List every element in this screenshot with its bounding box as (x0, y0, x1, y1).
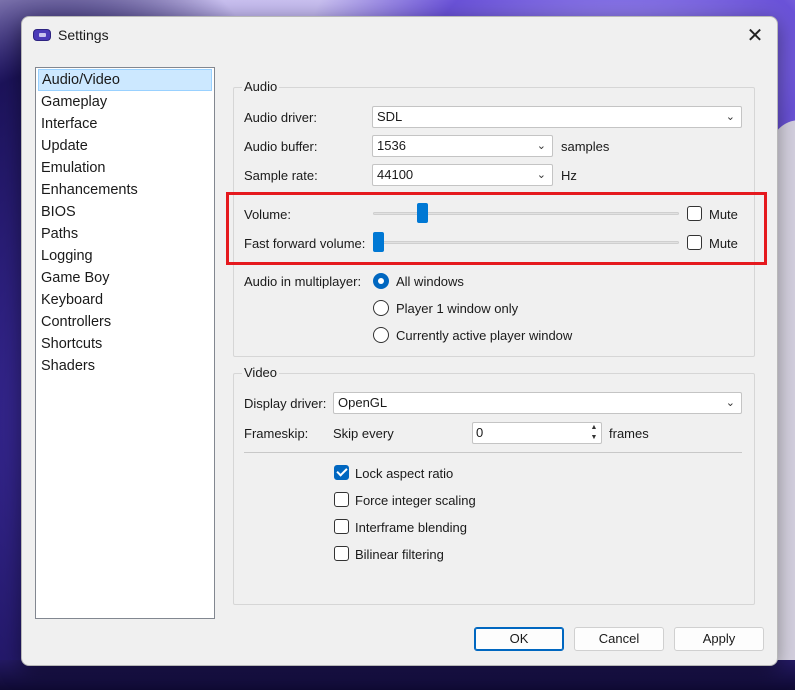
chevron-down-icon: ⌄ (725, 397, 735, 409)
window-title: Settings (58, 27, 109, 43)
radio-active-player-window-label[interactable]: Currently active player window (396, 328, 572, 343)
radio-player-1-window[interactable] (373, 300, 389, 316)
interframe-blending-checkbox[interactable] (334, 519, 349, 534)
volume-label: Volume: (244, 207, 291, 222)
radio-player-1-window-label[interactable]: Player 1 window only (396, 301, 518, 316)
title-bar[interactable]: Settings ✕ (22, 17, 777, 55)
lock-aspect-ratio-checkbox[interactable] (334, 465, 349, 480)
skip-every-label: Skip every (333, 426, 394, 441)
display-driver-select[interactable]: OpenGL ⌄ (333, 392, 742, 414)
interframe-blending-label[interactable]: Interframe blending (355, 520, 467, 535)
app-icon (33, 29, 51, 41)
sidebar-item-shortcuts[interactable]: Shortcuts (38, 333, 212, 355)
volume-mute-checkbox[interactable] (687, 206, 702, 221)
lock-aspect-ratio-label[interactable]: Lock aspect ratio (355, 466, 453, 481)
close-icon[interactable]: ✕ (739, 21, 771, 51)
sample-rate-value: 44100 (377, 167, 414, 182)
radio-active-player-window[interactable] (373, 327, 389, 343)
multiplayer-label: Audio in multiplayer: (244, 274, 362, 289)
sidebar-item-enhancements[interactable]: Enhancements (38, 179, 212, 201)
ok-button[interactable]: OK (474, 627, 564, 651)
frames-unit: frames (609, 426, 649, 441)
chevron-down-icon: ⌄ (725, 111, 735, 123)
force-integer-scaling-checkbox[interactable] (334, 492, 349, 507)
bilinear-filtering-label[interactable]: Bilinear filtering (355, 547, 444, 562)
frameskip-label: Frameskip: (244, 426, 309, 441)
ff-volume-label: Fast forward volume: (244, 236, 366, 251)
chevron-down-icon: ⌄ (536, 140, 546, 152)
sidebar-item-controllers[interactable]: Controllers (38, 311, 212, 333)
audio-driver-value: SDL (377, 109, 403, 124)
sidebar-item-bios[interactable]: BIOS (38, 201, 212, 223)
sample-rate-unit: Hz (561, 168, 577, 183)
sidebar-item-emulation[interactable]: Emulation (38, 157, 212, 179)
frameskip-spinbox[interactable]: 0 ▲ ▼ (472, 422, 602, 444)
sidebar-item-game-boy[interactable]: Game Boy (38, 267, 212, 289)
sidebar-item-interface[interactable]: Interface (38, 113, 212, 135)
bilinear-filtering-checkbox[interactable] (334, 546, 349, 561)
sidebar-item-update[interactable]: Update (38, 135, 212, 157)
sample-rate-label: Sample rate: (244, 168, 318, 183)
radio-all-windows-label[interactable]: All windows (396, 274, 464, 289)
audio-buffer-label: Audio buffer: (244, 139, 318, 154)
sidebar-item-audio-video[interactable]: Audio/Video (38, 69, 212, 91)
sample-rate-select[interactable]: 44100 ⌄ (372, 164, 553, 186)
audio-group-title: Audio (242, 79, 280, 94)
ff-volume-slider-thumb[interactable] (373, 232, 384, 252)
volume-slider[interactable] (373, 203, 679, 223)
ff-mute-checkbox[interactable] (687, 235, 702, 250)
sidebar-item-shaders[interactable]: Shaders (38, 355, 212, 377)
audio-buffer-value: 1536 (377, 138, 406, 153)
sidebar-item-gameplay[interactable]: Gameplay (38, 91, 212, 113)
video-group-title: Video (242, 365, 280, 380)
chevron-down-icon: ⌄ (536, 169, 546, 181)
spin-up-icon[interactable]: ▲ (587, 423, 601, 433)
display-driver-label: Display driver: (244, 396, 327, 411)
audio-buffer-select[interactable]: 1536 ⌄ (372, 135, 553, 157)
sidebar-item-logging[interactable]: Logging (38, 245, 212, 267)
audio-driver-label: Audio driver: (244, 110, 317, 125)
volume-slider-thumb[interactable] (417, 203, 428, 223)
spin-down-icon[interactable]: ▼ (587, 433, 601, 443)
frameskip-value: 0 (476, 425, 484, 440)
audio-buffer-unit: samples (561, 139, 610, 154)
apply-button[interactable]: Apply (674, 627, 764, 651)
ff-volume-slider-track (373, 241, 679, 244)
settings-dialog: Settings ✕ Audio/Video Gameplay Interfac… (21, 16, 778, 666)
force-integer-scaling-label[interactable]: Force integer scaling (355, 493, 476, 508)
settings-category-list[interactable]: Audio/Video Gameplay Interface Update Em… (35, 67, 215, 619)
ff-mute-label: Mute (709, 236, 738, 251)
radio-all-windows[interactable] (373, 273, 389, 289)
video-separator (244, 452, 742, 453)
sidebar-item-keyboard[interactable]: Keyboard (38, 289, 212, 311)
audio-driver-select[interactable]: SDL ⌄ (372, 106, 742, 128)
display-driver-value: OpenGL (338, 395, 388, 410)
ff-volume-slider[interactable] (373, 232, 679, 252)
volume-mute-label: Mute (709, 207, 738, 222)
sidebar-item-paths[interactable]: Paths (38, 223, 212, 245)
cancel-button[interactable]: Cancel (574, 627, 664, 651)
